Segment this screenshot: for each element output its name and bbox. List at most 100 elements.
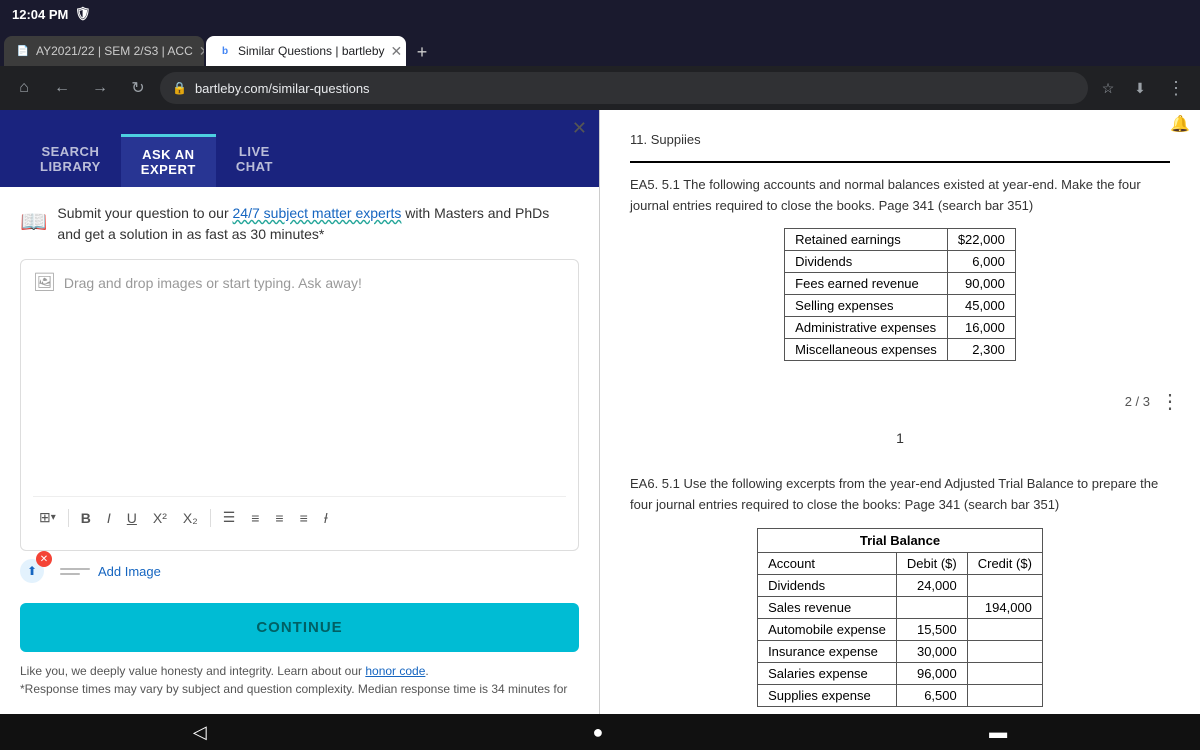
bell-icon: 🔔 [1170, 114, 1190, 134]
toolbar-sep-2 [210, 509, 211, 527]
footer-text-3: *Response times may vary by subject and … [20, 682, 567, 696]
ea6-col1-header: Account [758, 552, 897, 574]
table-row: Insurance expense30,000 [758, 640, 1043, 662]
account-cell: Fees earned revenue [785, 273, 948, 295]
image-lines [60, 568, 90, 575]
debit-cell [896, 596, 967, 618]
footer-text-1: Like you, we deeply value honesty and in… [20, 664, 365, 678]
nav-back-button[interactable]: ◁ [173, 718, 227, 747]
amount-cell: 90,000 [947, 273, 1015, 295]
footer-text-dot: . [425, 664, 428, 678]
more-options-icon[interactable]: ⋮ [1160, 389, 1180, 414]
page-number: 2 / 3 [1125, 394, 1150, 409]
credit-cell: 194,000 [967, 596, 1042, 618]
account-cell: Supplies expense [758, 684, 897, 706]
bold-button[interactable]: B [75, 506, 97, 530]
reload-button[interactable]: ↻ [122, 72, 154, 104]
remove-badge[interactable]: ✕ [36, 551, 52, 567]
tab-2-close[interactable]: ✕ [391, 43, 403, 60]
add-image-area[interactable]: ⬆ ✕ Add Image [20, 551, 579, 591]
honor-code-link[interactable]: honor code [365, 664, 425, 678]
doc-page-header-text: 11. Suppiies [630, 130, 1170, 163]
bartleby-tabs: SEARCH LIBRARY ASK AN EXPERT LIVE CHAT [20, 134, 579, 187]
ordered-list-button[interactable]: ≡ [245, 506, 265, 530]
superscript-button[interactable]: X² [147, 506, 173, 530]
doc-page-top: 11. Suppiies EA5. 5.1 The following acco… [600, 110, 1200, 381]
formatting-toolbar: ⊞ ▾ B I U X² X₂ ☰ ≡ ≡ ≡ Ɨ [33, 496, 566, 538]
banner-text: Submit your question to our 24/7 subject… [57, 203, 549, 245]
clear-format-button[interactable]: Ɨ [318, 506, 334, 530]
back-button[interactable]: ← [46, 72, 78, 104]
tab-ask-expert[interactable]: ASK AN EXPERT [121, 134, 216, 187]
tab-2[interactable]: b Similar Questions | bartleby ✕ [206, 36, 406, 66]
image-line-1 [60, 568, 90, 570]
underline-button[interactable]: U [121, 506, 143, 530]
question-input-area[interactable]: 🖼 Drag and drop images or start typing. … [20, 259, 579, 551]
table-row: Dividends6,000 [785, 251, 1016, 273]
amount-cell: 16,000 [947, 317, 1015, 339]
tab-bar: 📄 AY2021/22 | SEM 2/S3 | ACC ✕ b Similar… [0, 28, 1200, 66]
credit-cell [967, 640, 1042, 662]
download-button[interactable]: ⬇ [1126, 74, 1154, 102]
table-row: Sales revenue 194,000 [758, 596, 1043, 618]
debit-cell: 30,000 [896, 640, 967, 662]
new-tab-button[interactable]: + [408, 38, 436, 66]
table-row: Supplies expense6,500 [758, 684, 1043, 706]
input-placeholder: 🖼 Drag and drop images or start typing. … [33, 272, 566, 293]
content-area: ✕ SEARCH LIBRARY ASK AN EXPERT LIVE CHAT… [0, 110, 1200, 714]
debit-cell: 96,000 [896, 662, 967, 684]
italic-button[interactable]: I [101, 506, 117, 530]
account-cell: Salaries expense [758, 662, 897, 684]
tab-live-chat[interactable]: LIVE CHAT [216, 134, 293, 187]
credit-cell [967, 574, 1042, 596]
table-row: Administrative expenses16,000 [785, 317, 1016, 339]
banner-text-3: and get a solution in as fast as 30 minu… [57, 226, 324, 242]
continue-button[interactable]: CONTINUE [20, 603, 579, 652]
debit-cell: 15,500 [896, 618, 967, 640]
tab-search-library[interactable]: SEARCH LIBRARY [20, 134, 121, 187]
address-actions: ☆ ⬇ [1094, 74, 1154, 102]
tab-1-close[interactable]: ✕ [199, 43, 204, 60]
address-field[interactable]: 🔒 bartleby.com/similar-questions [160, 72, 1088, 104]
toolbar-sep-1 [68, 509, 69, 527]
placeholder-text: Drag and drop images or start typing. As… [64, 275, 362, 291]
nav-recents-button[interactable]: ▬ [969, 718, 1027, 747]
account-cell: Sales revenue [758, 596, 897, 618]
amount-cell: 2,300 [947, 339, 1015, 361]
credit-cell [967, 662, 1042, 684]
banner-link[interactable]: 24/7 subject matter experts [233, 205, 402, 221]
add-image-label[interactable]: Add Image [98, 564, 161, 579]
debit-cell: 6,500 [896, 684, 967, 706]
book-icon: 📖 [20, 205, 47, 238]
lock-icon: 🔒 [172, 81, 187, 95]
tab-1[interactable]: 📄 AY2021/22 | SEM 2/S3 | ACC ✕ [4, 36, 204, 66]
url-text: bartleby.com/similar-questions [195, 81, 1076, 96]
doc-page-bottom: EA6. 5.1 Use the following excerpts from… [600, 454, 1200, 714]
align-center-button[interactable]: ≡ [269, 506, 289, 530]
android-nav-bar: ◁ ● ▬ [0, 714, 1200, 750]
browser-menu-button[interactable]: ⋮ [1160, 72, 1192, 104]
forward-button[interactable]: → [84, 72, 116, 104]
home-button[interactable]: ⌂ [8, 72, 40, 104]
account-cell: Dividends [785, 251, 948, 273]
ea6-table: Trial Balance Account Debit ($) Credit (… [757, 528, 1043, 707]
ea5-question: EA5. 5.1 The following accounts and norm… [630, 175, 1170, 217]
tab-2-label: Similar Questions | bartleby [238, 44, 385, 58]
subscript-button[interactable]: X₂ [177, 506, 204, 530]
align-right-button[interactable]: ≡ [294, 506, 314, 530]
bookmark-button[interactable]: ☆ [1094, 74, 1122, 102]
table-row: Retained earnings$22,000 [785, 229, 1016, 251]
table-row: Selling expenses45,000 [785, 295, 1016, 317]
unordered-list-button[interactable]: ☰ [217, 505, 242, 530]
close-panel-button[interactable]: ✕ [572, 118, 587, 139]
account-cell: Insurance expense [758, 640, 897, 662]
nav-home-button[interactable]: ● [572, 718, 623, 747]
ea6-table-title: Trial Balance [758, 528, 1043, 552]
banner-text-1: Submit your question to our [57, 205, 232, 221]
credit-cell [967, 618, 1042, 640]
left-panel: ✕ SEARCH LIBRARY ASK AN EXPERT LIVE CHAT… [0, 110, 600, 714]
table-button[interactable]: ⊞ ▾ [33, 505, 62, 530]
account-cell: Automobile expense [758, 618, 897, 640]
status-shield-icon: 🛡 [74, 6, 91, 22]
address-bar: ⌂ ← → ↻ 🔒 bartleby.com/similar-questions… [0, 66, 1200, 110]
